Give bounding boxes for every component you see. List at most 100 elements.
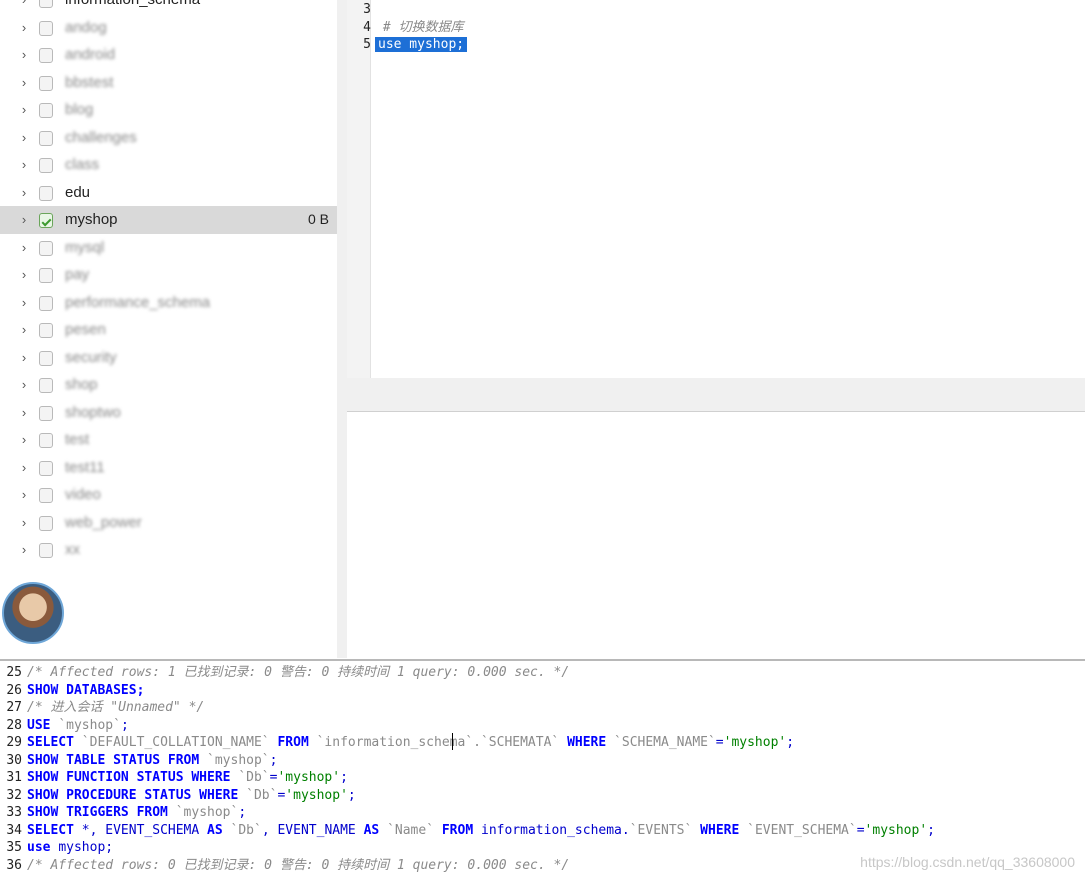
query-log[interactable]: 25 /* Affected rows: 1 已找到记录: 0 警告: 0 持续时… bbox=[0, 659, 1085, 882]
results-pane bbox=[347, 412, 1085, 658]
chevron-right-icon[interactable]: › bbox=[18, 41, 30, 68]
db-item-security[interactable]: › security bbox=[0, 344, 337, 372]
db-item-edu[interactable]: › edu bbox=[0, 179, 337, 207]
db-item-label: test11 bbox=[65, 458, 105, 476]
database-icon bbox=[39, 130, 53, 146]
db-item-label: challenges bbox=[65, 128, 137, 146]
db-item-test11[interactable]: › test11 bbox=[0, 454, 337, 482]
log-token: WHERE bbox=[559, 735, 615, 750]
editor-line[interactable]: 5 use myshop; bbox=[347, 36, 468, 53]
db-item-shoptwo[interactable]: › shoptwo bbox=[0, 399, 337, 427]
chevron-right-icon[interactable]: › bbox=[18, 289, 30, 316]
log-token: SHOW TRIGGERS FROM bbox=[27, 805, 176, 820]
log-token: = bbox=[715, 735, 724, 750]
db-item-video[interactable]: › video bbox=[0, 481, 337, 509]
chevron-right-icon[interactable]: › bbox=[18, 179, 30, 206]
chevron-right-icon[interactable]: › bbox=[18, 344, 30, 371]
log-token: AS bbox=[363, 822, 388, 838]
db-item-mysql[interactable]: › mysql bbox=[0, 234, 337, 262]
log-token: FROM bbox=[434, 822, 481, 838]
chevron-right-icon[interactable]: › bbox=[18, 96, 30, 123]
editor-line[interactable]: 4 # 切换数据库 bbox=[347, 19, 463, 36]
watermark: https://blog.csdn.net/qq_33608000 bbox=[860, 854, 1075, 870]
db-item-bbstest[interactable]: › bbstest bbox=[0, 69, 337, 97]
db-item-web-power[interactable]: › web_power bbox=[0, 509, 337, 537]
log-token: `Db` bbox=[238, 770, 270, 785]
chevron-right-icon[interactable]: › bbox=[18, 261, 30, 288]
db-item-label: blog bbox=[65, 101, 94, 118]
line-number-gutter bbox=[347, 0, 371, 378]
text-cursor bbox=[452, 733, 453, 750]
chevron-right-icon[interactable]: › bbox=[18, 206, 30, 233]
log-token: information_schema. bbox=[481, 822, 630, 838]
selected-text: use myshop; bbox=[375, 37, 468, 52]
log-line-number: 28 bbox=[6, 717, 22, 733]
chevron-right-icon[interactable]: › bbox=[18, 151, 30, 178]
db-item-challenges[interactable]: › challenges bbox=[0, 124, 337, 152]
db-item-class[interactable]: › class bbox=[0, 151, 337, 179]
chevron-right-icon[interactable]: › bbox=[18, 426, 30, 453]
chevron-right-icon[interactable]: › bbox=[18, 0, 30, 13]
chevron-right-icon[interactable]: › bbox=[18, 234, 30, 261]
db-item-label: pay bbox=[65, 266, 90, 283]
log-token: /* Affected rows: 1 已找到记录: 0 警告: 0 持续时间 … bbox=[27, 665, 570, 680]
log-line-number: 35 bbox=[6, 840, 22, 855]
db-item-label: web_power bbox=[65, 513, 142, 531]
editor-line[interactable]: 3 bbox=[347, 1, 375, 18]
db-item-label: security bbox=[65, 348, 117, 366]
log-line-text: SHOW DATABASES; bbox=[27, 683, 144, 698]
db-item-label: mysql bbox=[65, 238, 105, 256]
db-item-pesen[interactable]: › pesen bbox=[0, 316, 337, 344]
db-item-information-schema[interactable]: › information_schema bbox=[0, 0, 337, 14]
chevron-right-icon[interactable]: › bbox=[18, 399, 30, 426]
editor-results-splitter[interactable] bbox=[347, 378, 1085, 412]
chevron-right-icon[interactable]: › bbox=[18, 481, 30, 508]
log-line-number: 31 bbox=[6, 770, 22, 785]
db-item-myshop[interactable]: › myshop 0 B bbox=[0, 206, 337, 234]
log-line: 28 USE `myshop`; bbox=[0, 717, 129, 735]
log-line-number: 36 bbox=[6, 857, 22, 873]
db-item-blog[interactable]: › blog bbox=[0, 96, 337, 124]
log-line-number: 34 bbox=[6, 822, 22, 838]
chevron-right-icon[interactable]: › bbox=[18, 371, 30, 398]
log-line: 32 SHOW PROCEDURE STATUS WHERE `Db`='mysh… bbox=[0, 787, 355, 805]
db-item-test[interactable]: › test bbox=[0, 426, 337, 454]
database-icon bbox=[39, 488, 53, 503]
database-icon bbox=[39, 460, 53, 476]
db-item-android[interactable]: › android bbox=[0, 41, 337, 69]
log-token: `Name` bbox=[387, 822, 435, 838]
db-item-label: bbstest bbox=[65, 73, 114, 91]
active-database-icon bbox=[39, 213, 53, 228]
db-item-pay[interactable]: › pay bbox=[0, 261, 337, 289]
log-line-text: /* Affected rows: 1 已找到记录: 0 警告: 0 持续时间 … bbox=[27, 665, 569, 680]
sql-editor[interactable]: 34 # 切换数据库 5 use myshop; bbox=[347, 0, 1085, 379]
db-item-label: android bbox=[65, 46, 116, 63]
log-line-number: 26 bbox=[6, 682, 22, 698]
chevron-right-icon[interactable]: › bbox=[18, 14, 30, 41]
chevron-right-icon[interactable]: › bbox=[18, 69, 30, 96]
db-item-label: information_schema bbox=[65, 0, 200, 13]
chevron-right-icon[interactable]: › bbox=[18, 316, 30, 343]
log-token: WHERE bbox=[692, 822, 748, 838]
chevron-right-icon[interactable]: › bbox=[18, 454, 30, 481]
database-icon bbox=[39, 240, 53, 256]
db-item-xx[interactable]: › xx bbox=[0, 536, 337, 564]
chevron-right-icon[interactable]: › bbox=[18, 124, 30, 151]
db-item-shop[interactable]: › shop bbox=[0, 371, 337, 399]
log-token: `myshop` bbox=[175, 805, 239, 820]
vertical-splitter[interactable] bbox=[337, 0, 347, 658]
chevron-right-icon[interactable]: › bbox=[18, 509, 30, 536]
log-token: FROM bbox=[269, 735, 317, 750]
database-icon bbox=[39, 515, 53, 531]
log-token: ; bbox=[120, 717, 129, 733]
log-token: SHOW TABLE STATUS FROM bbox=[27, 752, 208, 768]
db-item-andog[interactable]: › andog bbox=[0, 14, 337, 42]
log-line-number: 25 bbox=[6, 665, 22, 680]
log-line-number: 27 bbox=[6, 700, 22, 715]
log-line-text: /* 进入会话 "Unnamed" */ bbox=[27, 700, 204, 715]
log-line-text: SHOW TABLE STATUS FROM `myshop`; bbox=[27, 753, 277, 768]
chevron-right-icon[interactable]: › bbox=[18, 536, 30, 563]
database-tree[interactable]: › information_schema › andog › android › bbstes… bbox=[0, 0, 338, 658]
database-icon bbox=[39, 350, 53, 366]
db-item-performance-schema[interactable]: › performance_schema bbox=[0, 289, 337, 317]
